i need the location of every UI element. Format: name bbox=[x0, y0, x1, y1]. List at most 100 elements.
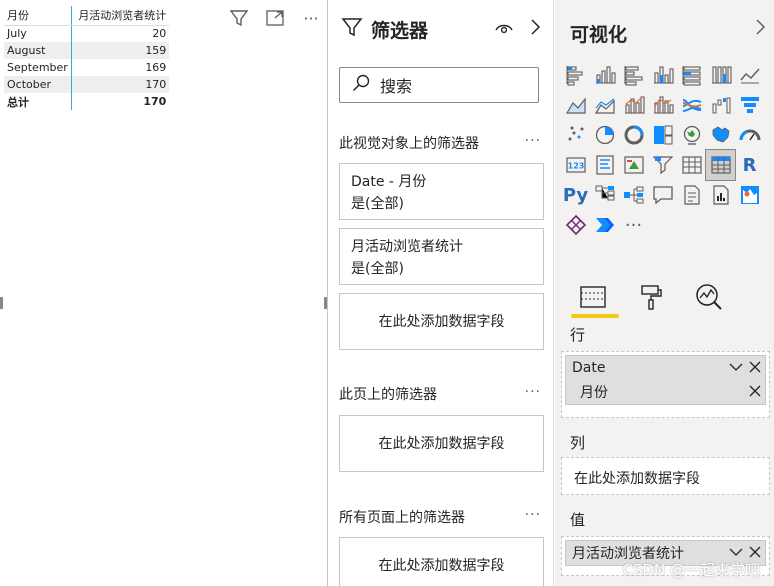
visual-header-toolbar: ··· bbox=[226, 6, 324, 30]
rows-field-header[interactable]: Date bbox=[566, 356, 765, 380]
arcgis-icon[interactable] bbox=[735, 180, 764, 210]
rows-field-name: Date bbox=[572, 360, 606, 376]
matrix-row[interactable]: July 20 bbox=[4, 25, 170, 42]
clustered-column-icon[interactable] bbox=[648, 60, 677, 90]
matrix-row-label: August bbox=[4, 42, 72, 59]
svg-text:123: 123 bbox=[567, 162, 584, 171]
filter-card-date-month[interactable]: Date - 月份 是(全部) bbox=[339, 163, 544, 220]
matrix-header-value[interactable]: 月活动浏览者统计 bbox=[70, 6, 170, 26]
donut-chart-icon[interactable] bbox=[619, 120, 648, 150]
close-icon[interactable] bbox=[749, 545, 761, 559]
visual-type-gallery: 123 R Py ··· bbox=[561, 60, 764, 240]
stacked-area-icon[interactable] bbox=[590, 90, 619, 120]
matrix-header-category[interactable]: 月份 bbox=[4, 6, 72, 26]
filter-search-input[interactable]: 搜索 bbox=[339, 67, 539, 103]
search-placeholder: 搜索 bbox=[380, 77, 413, 96]
close-icon[interactable] bbox=[749, 360, 761, 374]
left-resize-handle[interactable] bbox=[0, 297, 3, 309]
power-automate-icon[interactable] bbox=[590, 210, 619, 240]
rows-well-label: 行 bbox=[570, 326, 586, 344]
card-icon[interactable]: 123 bbox=[561, 150, 590, 180]
r-visual-icon[interactable]: R bbox=[735, 150, 764, 180]
matrix-row[interactable]: October 170 bbox=[4, 76, 170, 93]
stacked-column-icon[interactable] bbox=[590, 60, 619, 90]
key-influencers-icon[interactable] bbox=[590, 180, 619, 210]
report-canvas[interactable]: 月份 月活动浏览者统计 July 20 August 159 September 169 O… bbox=[0, 0, 328, 586]
filters-pane: 筛选器 搜索 此视觉对象上的筛选器 ··· Date - 月份 是(全部) 月活… bbox=[329, 0, 554, 586]
matrix-visual[interactable]: 月份 月活动浏览者统计 July 20 August 159 September 169 O… bbox=[4, 6, 170, 110]
area-chart-icon[interactable] bbox=[561, 90, 590, 120]
viz-tabs bbox=[571, 278, 727, 318]
pie-chart-icon[interactable] bbox=[590, 120, 619, 150]
format-tab-icon[interactable] bbox=[633, 278, 669, 316]
100-stacked-column-icon[interactable] bbox=[706, 60, 735, 90]
slicer-icon[interactable] bbox=[648, 150, 677, 180]
focus-mode-icon[interactable] bbox=[262, 6, 288, 30]
qa-icon[interactable] bbox=[648, 180, 677, 210]
values-well-label: 值 bbox=[570, 511, 586, 529]
waterfall-icon[interactable] bbox=[706, 90, 735, 120]
power-apps-icon[interactable] bbox=[561, 210, 590, 240]
more-options-icon[interactable]: ··· bbox=[298, 6, 324, 30]
line-stacked-column-icon[interactable] bbox=[648, 90, 677, 120]
right-resize-handle[interactable] bbox=[324, 297, 327, 309]
matrix-row-label: July bbox=[7, 27, 27, 41]
chevron-right-icon[interactable] bbox=[529, 18, 541, 40]
page-filters-more-icon[interactable]: ··· bbox=[525, 384, 541, 400]
add-visual-filter-field[interactable]: 在此处添加数据字段 bbox=[339, 293, 544, 350]
matrix-row-value: 159 bbox=[70, 42, 170, 59]
chevron-down-icon[interactable] bbox=[729, 545, 743, 559]
paginated-report-icon[interactable] bbox=[677, 180, 706, 210]
map-icon[interactable] bbox=[677, 120, 706, 150]
more-visuals-icon[interactable]: ··· bbox=[619, 210, 648, 240]
python-visual-icon[interactable]: Py bbox=[561, 180, 590, 210]
all-pages-filters-more-icon[interactable]: ··· bbox=[525, 507, 541, 523]
visual-filters-more-icon[interactable]: ··· bbox=[525, 133, 541, 149]
add-all-pages-filter-field[interactable]: 在此处添加数据字段 bbox=[339, 537, 544, 586]
filter-card-name: Date - 月份 bbox=[351, 174, 427, 190]
rows-subfield-month[interactable]: 月份 bbox=[566, 380, 765, 404]
matrix-row[interactable]: September 169 bbox=[4, 59, 170, 76]
visualizations-title: 可视化 bbox=[570, 24, 628, 46]
smart-narrative-icon[interactable] bbox=[706, 180, 735, 210]
filter-card-state: 是(全部) bbox=[351, 196, 404, 212]
matrix-row-value: 20 bbox=[70, 25, 170, 42]
columns-add-field[interactable]: 在此处添加数据字段 bbox=[562, 458, 769, 498]
matrix-row[interactable]: August 159 bbox=[4, 42, 170, 59]
rows-field-date[interactable]: Date 月份 bbox=[565, 355, 766, 405]
rows-well[interactable]: Date 月份 bbox=[561, 351, 770, 418]
chevron-down-icon[interactable] bbox=[729, 360, 743, 374]
matrix-icon[interactable] bbox=[705, 149, 736, 181]
rows-subfield-name: 月份 bbox=[580, 385, 608, 401]
line-chart-icon[interactable] bbox=[735, 60, 764, 90]
filter-card-state: 是(全部) bbox=[351, 261, 404, 277]
eye-icon[interactable] bbox=[495, 20, 513, 39]
stacked-bar-icon[interactable] bbox=[561, 60, 590, 90]
add-page-filter-field[interactable]: 在此处添加数据字段 bbox=[339, 415, 544, 472]
filter-card-active-viewers[interactable]: 月活动浏览者统计 是(全部) bbox=[339, 228, 544, 285]
gauge-icon[interactable] bbox=[735, 120, 764, 150]
matrix-total-row: 总计 170 bbox=[4, 93, 170, 110]
analytics-tab-icon[interactable] bbox=[691, 278, 727, 316]
multi-row-card-icon[interactable] bbox=[590, 150, 619, 180]
treemap-icon[interactable] bbox=[648, 120, 677, 150]
decomposition-tree-icon[interactable] bbox=[619, 180, 648, 210]
scatter-icon[interactable] bbox=[561, 120, 590, 150]
table-icon[interactable] bbox=[677, 150, 706, 180]
clustered-bar-icon[interactable] bbox=[619, 60, 648, 90]
filter-card-name: 月活动浏览者统计 bbox=[351, 239, 463, 255]
ribbon-chart-icon[interactable] bbox=[677, 90, 706, 120]
100-stacked-bar-icon[interactable] bbox=[677, 60, 706, 90]
filters-header-actions bbox=[495, 18, 541, 40]
funnel-icon[interactable] bbox=[735, 90, 764, 120]
filled-map-icon[interactable] bbox=[706, 120, 735, 150]
line-clustered-column-icon[interactable] bbox=[619, 90, 648, 120]
matrix-row-label: October bbox=[4, 76, 72, 93]
matrix-total-label: 总计 bbox=[7, 95, 29, 109]
fields-tab-icon[interactable] bbox=[571, 278, 619, 318]
filter-icon[interactable] bbox=[226, 6, 252, 30]
columns-well[interactable]: 在此处添加数据字段 bbox=[561, 457, 770, 495]
close-icon[interactable] bbox=[749, 384, 761, 398]
chevron-right-icon[interactable] bbox=[754, 18, 766, 40]
kpi-icon[interactable] bbox=[619, 150, 648, 180]
